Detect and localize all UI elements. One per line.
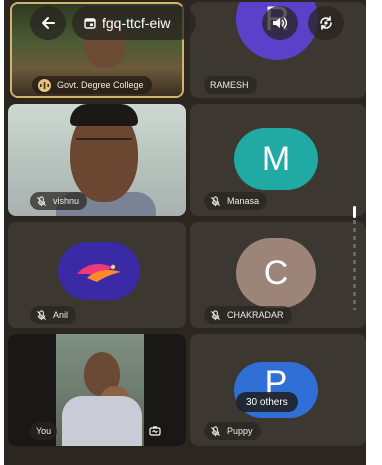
speaker-icon [273,17,287,29]
participant-logo-avatar [58,242,140,300]
flip-camera-icon [149,426,161,436]
participant-label: CHAKRADAR [204,306,292,324]
glasses [76,138,132,150]
participant-tile-puppy[interactable]: P Puppy [190,334,366,446]
participant-name: Anil [53,310,69,320]
bird-logo-icon [77,264,121,282]
flip-camera-button[interactable] [146,422,164,440]
mic-off-icon [36,309,47,320]
participant-label: Manasa [204,192,268,210]
speaker-button[interactable] [262,6,298,40]
participant-name: Puppy [227,426,253,436]
hair [70,104,138,126]
mic-off-icon [36,195,47,206]
scrollbar-track[interactable] [353,220,356,310]
participant-avatar: C [236,238,316,308]
participant-label: vishnu [30,192,88,210]
participant-tile-you[interactable]: You [8,334,186,446]
participant-name: CHAKRADAR [227,310,284,320]
bottom-strip [4,452,366,465]
participant-name: Govt. Degree College [57,80,144,90]
participant-label: Anil [30,306,77,324]
participant-tile-vishnu[interactable]: vishnu [8,104,186,216]
mic-off-icon [210,425,221,436]
back-button[interactable] [30,6,66,40]
mic-off-icon [210,195,221,206]
participant-name: vishnu [53,196,80,206]
participant-name: RAMESH [210,80,249,90]
meeting-code-chip[interactable]: fgq-ttcf-eiw [72,6,196,40]
others-count-button[interactable]: 30 others [236,392,298,412]
participant-label: Govt. Degree College [32,76,152,94]
participant-tile-chakradar[interactable]: C CHAKRADAR [190,222,366,328]
scrollbar-thumb[interactable] [353,206,356,218]
participant-label: Puppy [204,422,261,440]
participant-name: Manasa [227,196,260,206]
shirt [62,396,142,446]
meeting-screen: Govt. Degree College R RAMESH fgq-ttcf-e… [4,0,366,465]
participant-name: You [36,426,52,436]
others-count-label: 30 others [246,396,288,408]
participant-tile-anil[interactable]: Anil [8,222,186,328]
self-video [56,334,144,446]
switch-camera-button[interactable] [308,6,344,40]
participant-tile-manasa[interactable]: M Manasa [190,104,366,216]
participant-label: You [30,422,58,440]
meeting-code: fgq-ttcf-eiw [102,15,171,31]
arrow-left-icon [42,17,55,29]
switch-camera-icon [320,16,332,30]
participant-avatar: M [234,128,318,190]
audio-waves-icon [38,78,51,92]
participant-label: RAMESH [204,76,257,94]
calendar-icon [84,18,96,29]
mic-off-icon [210,309,221,320]
